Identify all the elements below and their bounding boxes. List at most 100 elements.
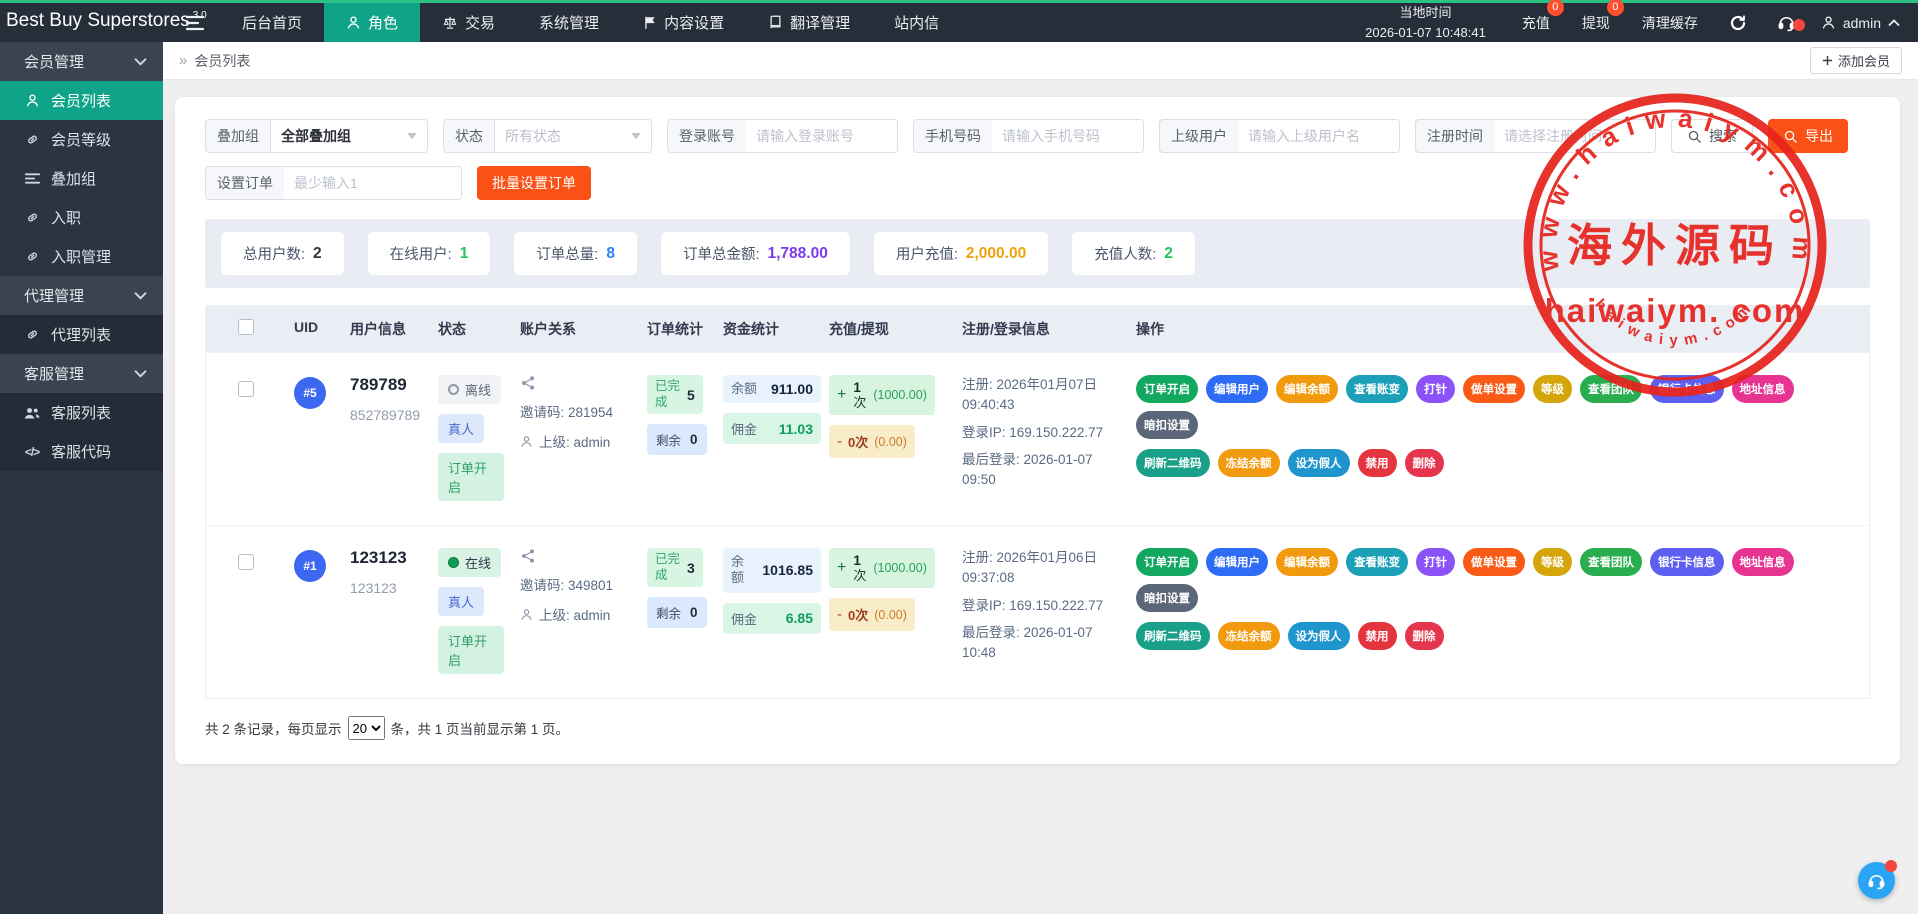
action-button[interactable]: 暗扣设置 (1136, 584, 1198, 612)
row-checkbox[interactable] (238, 554, 254, 570)
select-all-checkbox[interactable] (238, 319, 254, 335)
action-button[interactable]: 刷新二维码 (1136, 449, 1210, 477)
person-icon (24, 93, 40, 108)
sidebar-item-stack-group[interactable]: 叠加组 (0, 159, 163, 198)
nav-item-role[interactable]: 角色 (324, 3, 420, 42)
refresh-button[interactable] (1714, 14, 1762, 32)
action-button[interactable]: 打针 (1416, 375, 1455, 403)
action-button[interactable]: 等级 (1533, 375, 1572, 403)
order-min-input[interactable] (284, 166, 462, 200)
done-pill: 已完成3 (647, 548, 703, 587)
balance-pill: 余额1016.85 (723, 548, 821, 593)
register-login-cell: 注册: 2026年01月06日 09:37:08 登录IP: 169.150.2… (954, 546, 1128, 670)
flag-icon (643, 15, 657, 30)
nav-item-label: 系统管理 (539, 12, 599, 33)
done-pill: 已完成5 (647, 375, 703, 414)
nav-item-translate[interactable]: 翻译管理 (746, 3, 872, 42)
action-button[interactable]: 编辑余额 (1276, 548, 1338, 576)
actions-cell: 订单开启编辑用户编辑余额查看账变打针做单设置等级查看团队银行卡信息地址信息暗扣设… (1128, 546, 1869, 650)
action-button[interactable]: 查看团队 (1580, 548, 1642, 576)
sidebar-item-agent-list[interactable]: 代理列表 (0, 315, 163, 354)
action-button[interactable]: 银行卡信息 (1650, 548, 1724, 576)
nav-item-trade[interactable]: 交易 (420, 3, 517, 42)
action-button[interactable]: 做单设置 (1463, 375, 1525, 403)
action-button[interactable]: 禁用 (1358, 622, 1397, 650)
action-button[interactable]: 冻结余额 (1218, 622, 1280, 650)
recharge-withdraw-cell: +1次(1000.00) -0次(0.00) (821, 373, 954, 458)
support-float-button[interactable] (1858, 862, 1895, 899)
breadcrumb-bar: » 会员列表 添加会员 (163, 42, 1918, 80)
sidebar-group-agent[interactable]: 代理管理 (0, 276, 163, 315)
action-button[interactable]: 订单开启 (1136, 375, 1198, 403)
action-button[interactable]: 冻结余额 (1218, 449, 1280, 477)
action-button[interactable]: 等级 (1533, 548, 1572, 576)
recharge-button[interactable]: 充值 0 (1506, 7, 1566, 39)
action-button[interactable]: 刷新二维码 (1136, 622, 1210, 650)
action-button[interactable]: 编辑用户 (1206, 548, 1268, 576)
support-button[interactable] (1762, 13, 1811, 32)
action-button[interactable]: 删除 (1405, 449, 1444, 477)
local-time: 当地时间 2026-01-07 10:48:41 (1345, 3, 1506, 42)
action-button[interactable]: 删除 (1405, 622, 1444, 650)
action-button[interactable]: 查看团队 (1580, 375, 1642, 403)
clear-cache-button[interactable]: 清理缓存 (1626, 7, 1714, 39)
app-logo: Best Buy Superstores 3.0 (0, 3, 170, 42)
sidebar-toggle-button[interactable] (170, 3, 220, 42)
withdraw-button[interactable]: 提现 0 (1566, 7, 1626, 39)
share-icon[interactable] (520, 375, 631, 391)
nav-item-content[interactable]: 内容设置 (621, 3, 746, 42)
link-icon (24, 132, 40, 147)
sidebar-item-member-level[interactable]: 会员等级 (0, 120, 163, 159)
sidebar-item-onboard[interactable]: 入职 (0, 198, 163, 237)
page-size-select[interactable]: 20 (348, 716, 385, 740)
search-button[interactable]: 搜索 (1671, 119, 1753, 153)
row-checkbox[interactable] (238, 381, 254, 397)
action-button[interactable]: 银行卡信息 (1650, 375, 1724, 403)
nav-item-home[interactable]: 后台首页 (220, 3, 324, 42)
action-button[interactable]: 禁用 (1358, 449, 1397, 477)
action-button[interactable]: 编辑用户 (1206, 375, 1268, 403)
withdraw-label: 提现 (1582, 15, 1610, 31)
account-input[interactable] (746, 119, 898, 153)
refresh-icon (1729, 14, 1747, 32)
batch-set-order-button[interactable]: 批量设置订单 (477, 166, 591, 200)
action-button[interactable]: 订单开启 (1136, 548, 1198, 576)
plus-sign: + (837, 386, 846, 404)
nav-item-system[interactable]: 系统管理 (517, 3, 621, 42)
action-button[interactable]: 打针 (1416, 548, 1455, 576)
sidebar-item-service-list[interactable]: 客服列表 (0, 393, 163, 432)
action-button[interactable]: 查看账变 (1346, 548, 1408, 576)
action-button[interactable]: 做单设置 (1463, 548, 1525, 576)
action-button[interactable]: 设为假人 (1288, 449, 1350, 477)
regtime-input[interactable] (1494, 119, 1656, 153)
parent-user-input[interactable] (1238, 119, 1400, 153)
sidebar-group-member[interactable]: 会员管理 (0, 42, 163, 81)
action-button[interactable]: 编辑余额 (1276, 375, 1338, 403)
phone-input[interactable] (992, 119, 1144, 153)
action-button[interactable]: 地址信息 (1732, 548, 1794, 576)
stack-group-select[interactable]: 全部叠加组 (270, 119, 428, 153)
stat-label: 用户充值: (896, 243, 958, 264)
filter-label: 注册时间 (1415, 119, 1494, 153)
admin-menu[interactable]: admin (1811, 15, 1918, 31)
export-button[interactable]: 导出 (1768, 119, 1848, 153)
register-time: 注册: 2026年01月06日 09:37:08 (962, 548, 1124, 589)
sidebar-item-service-code[interactable]: </> 客服代码 (0, 432, 163, 471)
action-button[interactable]: 暗扣设置 (1136, 411, 1198, 439)
add-member-button[interactable]: 添加会员 (1810, 47, 1902, 74)
action-button[interactable]: 查看账变 (1346, 375, 1408, 403)
share-icon[interactable] (520, 548, 631, 564)
sidebar-item-member-list[interactable]: 会员列表 (0, 81, 163, 120)
commission-value: 11.03 (779, 421, 813, 437)
sidebar-group-service[interactable]: 客服管理 (0, 354, 163, 393)
sidebar-item-onboard-manage[interactable]: 入职管理 (0, 237, 163, 276)
status-select[interactable]: 所有状态 (494, 119, 652, 153)
action-button[interactable]: 设为假人 (1288, 622, 1350, 650)
row-select-cell (206, 373, 286, 397)
nav-item-message[interactable]: 站内信 (872, 3, 961, 42)
action-button[interactable]: 地址信息 (1732, 375, 1794, 403)
user-icon (1821, 15, 1836, 30)
uid-cell: #1 (286, 546, 342, 582)
header-status: 状态 (430, 306, 512, 352)
filter-parent: 上级用户 (1159, 119, 1400, 153)
